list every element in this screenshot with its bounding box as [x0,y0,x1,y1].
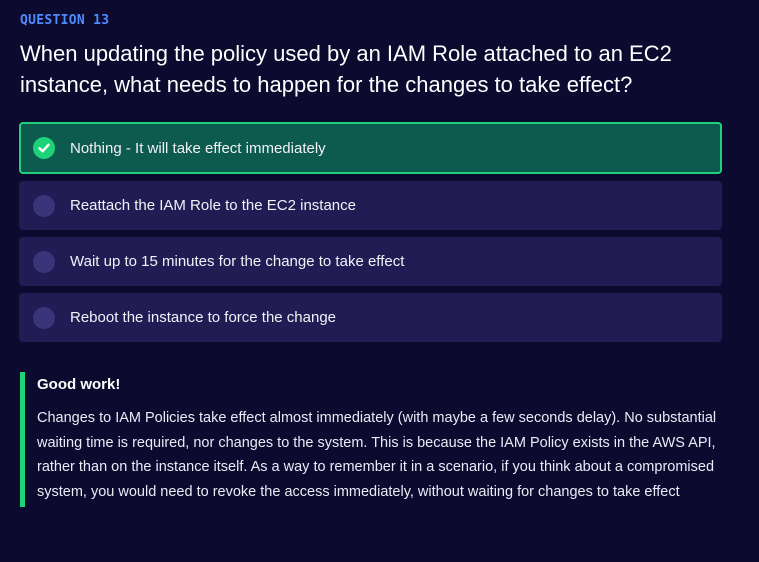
answer-option-4[interactable]: Reboot the instance to force the change [19,293,722,342]
question-number: QUESTION 13 [20,13,110,28]
answer-option-2[interactable]: Reattach the IAM Role to the EC2 instanc… [19,181,722,230]
answer-option-1[interactable]: Nothing - It will take effect immediatel… [19,122,722,174]
answer-options: Nothing - It will take effect immediatel… [19,122,722,349]
quiz-page: QUESTION 13 When updating the policy use… [0,0,759,562]
check-circle-icon [33,137,55,159]
answer-option-label: Wait up to 15 minutes for the change to … [70,253,405,270]
feedback-title: Good work! [37,376,121,393]
radio-icon [33,194,55,217]
answer-option-3[interactable]: Wait up to 15 minutes for the change to … [19,237,722,286]
answer-option-label: Reboot the instance to force the change [70,309,337,326]
answer-option-label: Nothing - It will take effect immediatel… [70,139,326,157]
radio-icon [33,306,55,329]
feedback-panel: Good work! Changes to IAM Policies take … [20,372,720,507]
feedback-explanation: Changes to IAM Policies take effect almo… [37,410,717,500]
answer-option-label: Reattach the IAM Role to the EC2 instanc… [70,197,356,214]
radio-icon [33,250,55,273]
question-text: When updating the policy used by an IAM … [20,41,672,97]
